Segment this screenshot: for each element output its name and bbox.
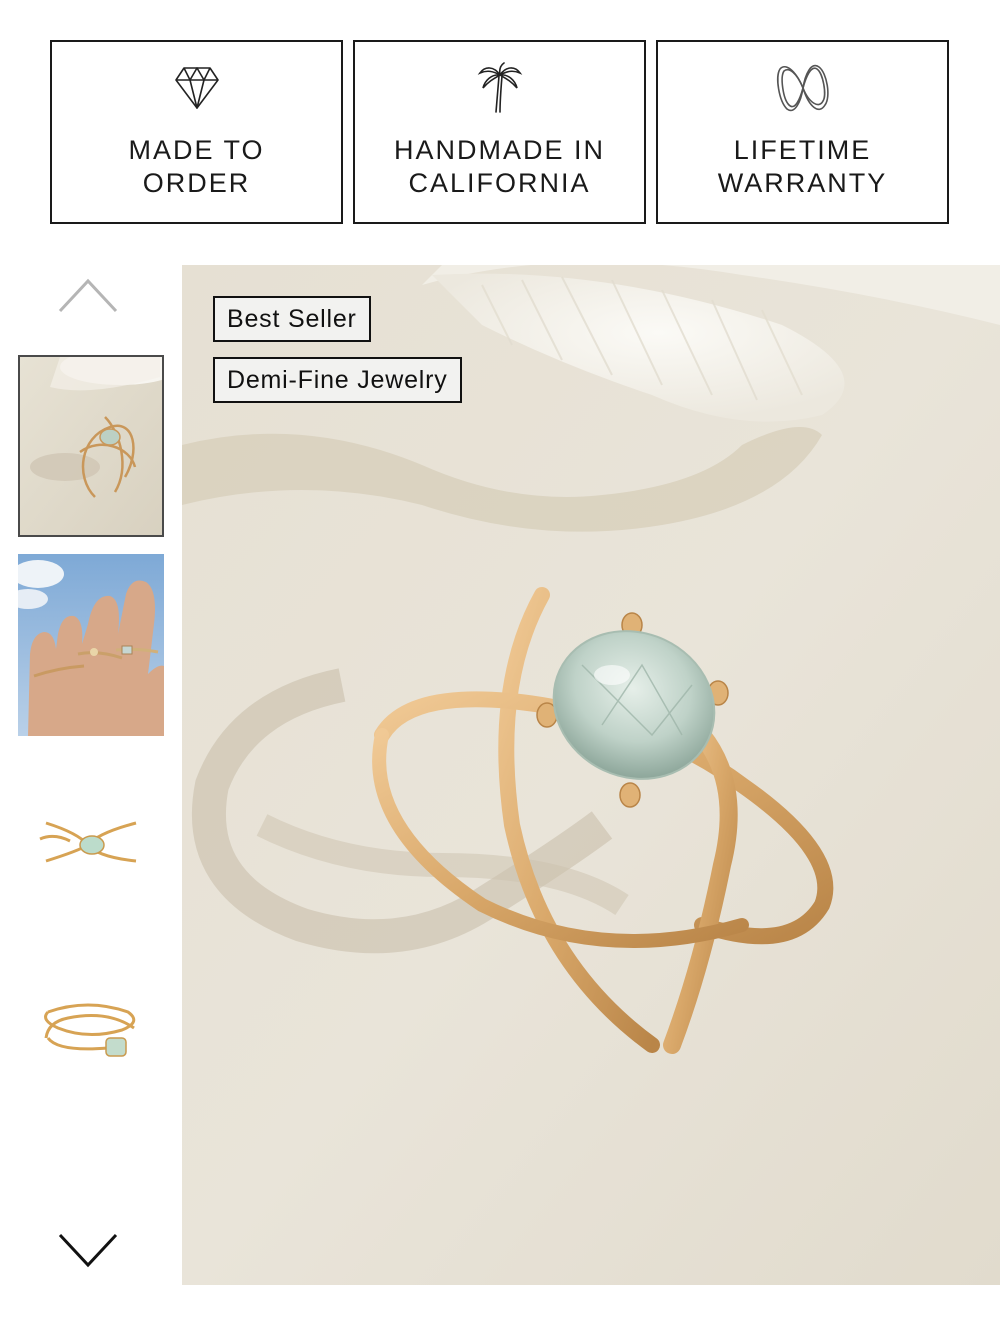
chevron-down-icon[interactable] — [56, 1231, 120, 1271]
thumbnail-ring-on-hand[interactable] — [18, 554, 164, 736]
feature-label: HANDMADE IN CALIFORNIA — [393, 135, 605, 198]
thumbnail-ring-on-sand[interactable] — [18, 355, 164, 537]
palm-tree-icon — [470, 62, 530, 114]
thumbnail-rail — [0, 265, 180, 1285]
infinity-icon — [773, 62, 833, 114]
feature-handmade: HANDMADE IN CALIFORNIA — [353, 40, 646, 224]
thumbnail-ring-front[interactable] — [18, 753, 164, 935]
thumbnail-ring-side[interactable] — [18, 952, 164, 1134]
feature-label: MADE TO ORDER — [128, 135, 265, 198]
badge-best-seller: Best Seller — [213, 296, 371, 342]
feature-highlights: MADE TO ORDER HANDMADE IN CALIFORNIA LIF… — [50, 40, 950, 224]
diamond-icon — [167, 62, 227, 114]
feature-made-to-order: MADE TO ORDER — [50, 40, 343, 224]
chevron-up-icon[interactable] — [56, 275, 120, 315]
feature-warranty: LIFETIME WARRANTY — [656, 40, 949, 224]
main-product-image[interactable] — [182, 265, 1000, 1285]
feature-label: LIFETIME WARRANTY — [717, 135, 888, 198]
badge-demi-fine-jewelry: Demi-Fine Jewelry — [213, 357, 462, 403]
